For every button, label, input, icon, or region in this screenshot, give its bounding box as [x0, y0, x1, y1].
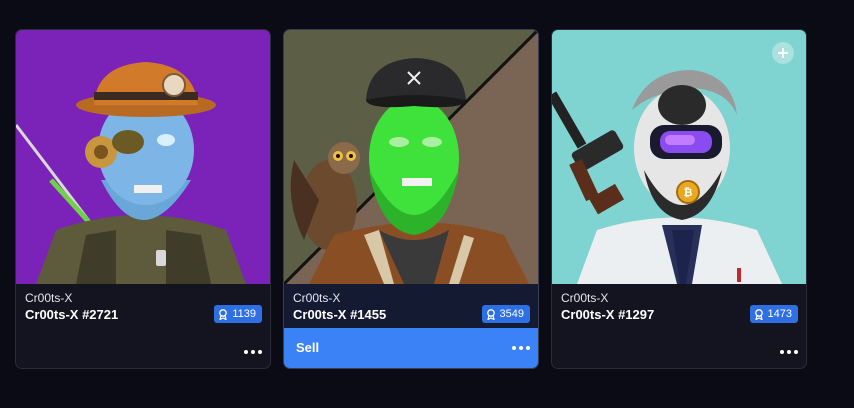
rank-badge: 1473 — [749, 305, 798, 323]
more-options-button[interactable] — [244, 348, 262, 356]
nft-artwork — [16, 30, 270, 284]
token-name[interactable]: Cr00ts-X #1297 — [561, 307, 654, 322]
nft-info: Cr00ts-X Cr00ts-X #1297 1473 — [552, 284, 806, 368]
nft-card[interactable]: Cr00ts-X Cr00ts-X #2721 1139 — [15, 29, 271, 369]
award-icon — [219, 308, 228, 320]
token-name[interactable]: Cr00ts-X #2721 — [25, 307, 118, 322]
nft-info: Cr00ts-X Cr00ts-X #1455 3549 Sell — [284, 284, 538, 368]
token-name[interactable]: Cr00ts-X #1455 — [293, 307, 386, 322]
collection-name[interactable]: Cr00ts-X — [561, 291, 608, 305]
sell-button[interactable]: Sell — [296, 340, 319, 355]
more-horizontal-icon — [512, 346, 516, 350]
rank-value: 1473 — [767, 308, 792, 320]
svg-text:₿: ₿ — [684, 186, 693, 199]
more-horizontal-icon — [780, 350, 784, 354]
award-icon — [486, 308, 495, 320]
award-icon — [754, 308, 763, 320]
more-horizontal-icon — [244, 350, 248, 354]
rank-value: 3549 — [499, 308, 524, 320]
rank-badge: 1139 — [214, 305, 262, 323]
nft-card[interactable]: Cr00ts-X Cr00ts-X #1455 3549 Sell — [283, 29, 539, 369]
nft-artwork — [284, 30, 538, 284]
nft-artwork: ₿ — [552, 30, 806, 284]
sell-bar: Sell — [284, 328, 538, 368]
plus-circle-icon — [778, 48, 788, 58]
more-options-button[interactable] — [780, 348, 798, 356]
rank-badge: 3549 — [481, 305, 530, 323]
nft-info: Cr00ts-X Cr00ts-X #2721 1139 — [16, 284, 270, 368]
nft-card[interactable]: ₿ Cr00ts-X Cr00ts-X #1297 1473 — [551, 29, 807, 369]
rank-value: 1139 — [232, 308, 256, 320]
collection-name[interactable]: Cr00ts-X — [293, 291, 340, 305]
collection-name[interactable]: Cr00ts-X — [25, 291, 72, 305]
add-button[interactable] — [772, 42, 794, 64]
nft-image[interactable] — [16, 30, 270, 284]
nft-image[interactable]: ₿ — [552, 30, 806, 284]
more-options-button[interactable] — [512, 344, 530, 352]
nft-image[interactable] — [284, 30, 538, 284]
